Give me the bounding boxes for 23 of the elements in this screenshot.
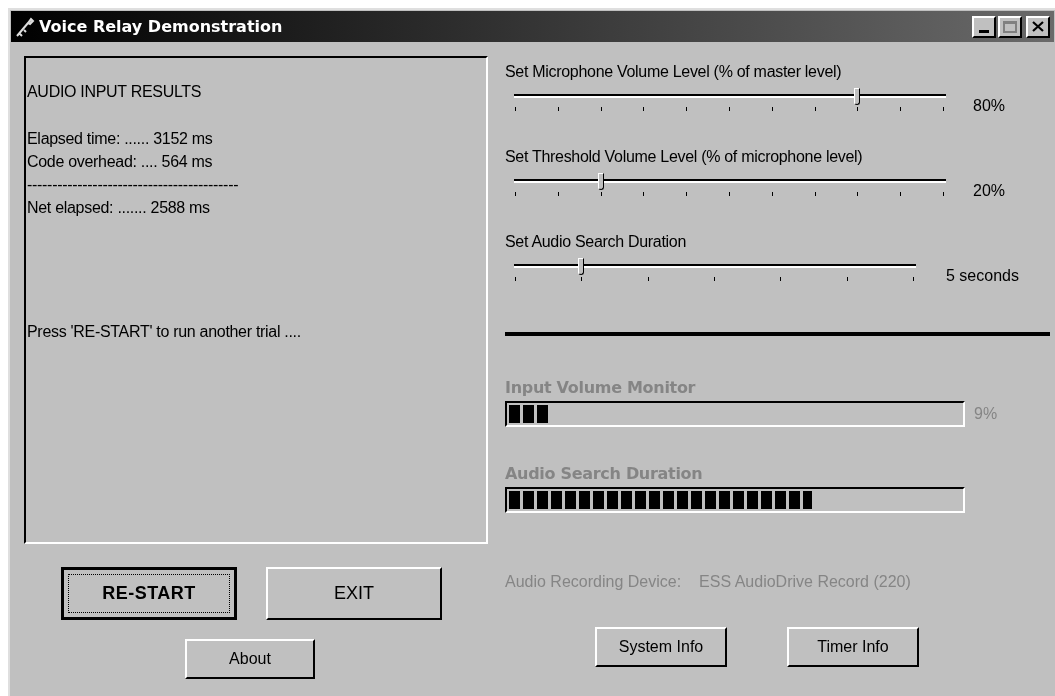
slider-value: 80%: [973, 96, 1006, 116]
command-button[interactable]: EXIT: [266, 567, 442, 620]
device-name: ESS AudioDrive Record (220): [699, 572, 911, 592]
meter-label: Audio Search Duration: [505, 464, 704, 484]
slider-label: Set Microphone Volume Level (% of master level): [505, 62, 843, 82]
results-line: Press 'RE-START' to run another trial ....: [27, 322, 302, 342]
info-button[interactable]: System Info: [595, 627, 727, 667]
command-button[interactable]: RE-START: [61, 567, 237, 620]
results-line: Net elapsed: ....... 2588 ms: [27, 198, 211, 218]
meter-value: 9%: [974, 404, 998, 424]
info-button[interactable]: Timer Info: [787, 627, 919, 667]
about-button[interactable]: About: [185, 639, 315, 679]
results-line: ------------------------------------------: [27, 175, 240, 195]
slider-label: Set Threshold Volume Level (% of microphone level): [505, 147, 864, 167]
meter-label: Input Volume Monitor: [505, 378, 697, 398]
slider-value: 20%: [973, 181, 1006, 201]
slider-value: 5 seconds: [946, 266, 1019, 286]
slider-label: Set Audio Search Duration: [505, 232, 688, 252]
results-line: Elapsed time: ...... 3152 ms: [27, 129, 214, 149]
results-line: Code overhead: .... 564 ms: [27, 152, 214, 172]
window-title: Voice Relay Demonstration: [39, 15, 283, 38]
results-heading: AUDIO INPUT RESULTS: [27, 82, 203, 102]
device-label: Audio Recording Device:: [505, 572, 682, 592]
